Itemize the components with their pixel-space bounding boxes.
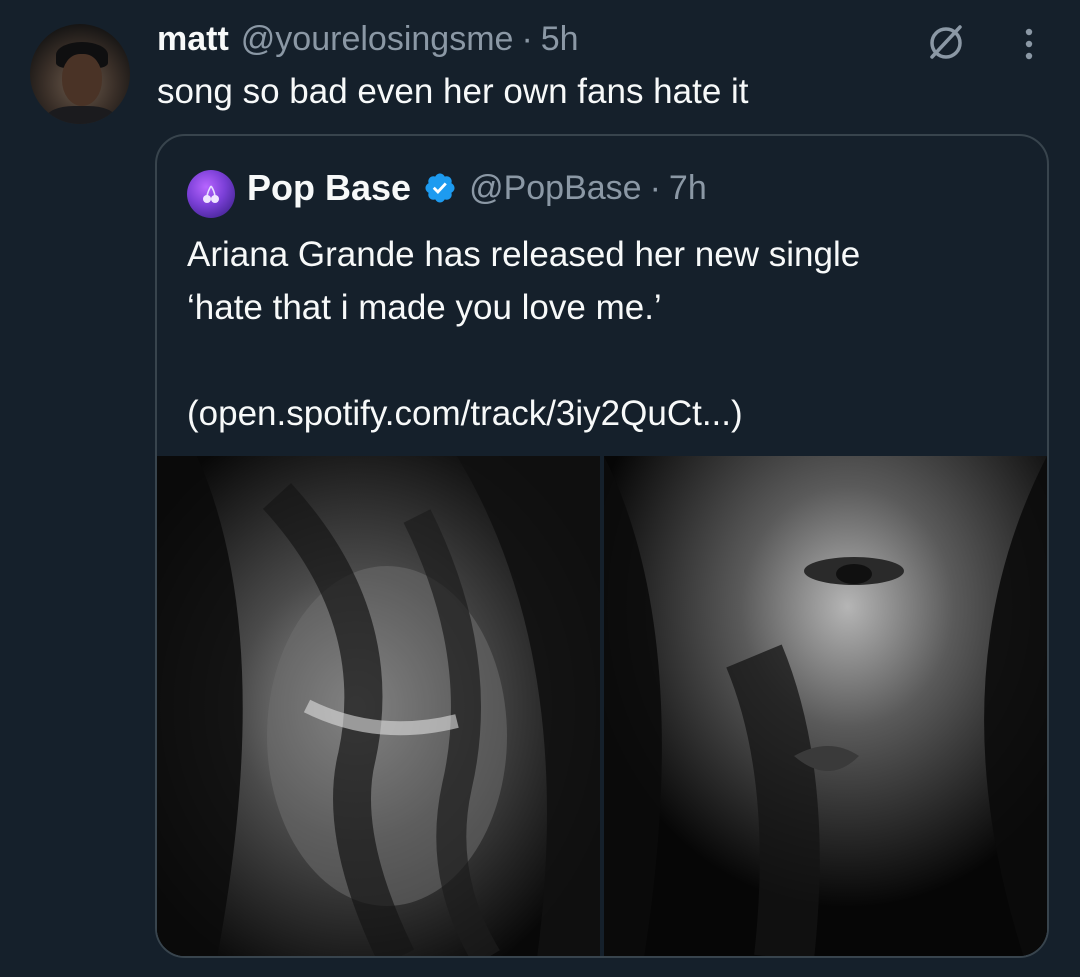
handle[interactable]: @yourelosingsme bbox=[241, 20, 514, 59]
more-vertical-icon[interactable] bbox=[1014, 24, 1044, 64]
quote-display-name[interactable]: Pop Base bbox=[247, 167, 411, 209]
avatar-shirt bbox=[46, 106, 116, 124]
quote-text-line: ‘hate that i made you love me.’ bbox=[187, 288, 662, 327]
cherry-logo-icon bbox=[203, 185, 219, 203]
timestamp[interactable]: 5h bbox=[541, 20, 579, 59]
quote-separator-dot: · bbox=[649, 168, 661, 207]
quote-text-line: Ariana Grande has released her new singl… bbox=[187, 235, 861, 274]
tweet-text: song so bad even her own fans hate it bbox=[157, 72, 749, 111]
quote-link[interactable]: (open.spotify.com/track/3iy2QuCt...) bbox=[187, 387, 1027, 440]
grok-slash-icon[interactable] bbox=[926, 22, 966, 62]
verified-badge-icon bbox=[425, 173, 455, 203]
media-grid bbox=[157, 456, 1047, 956]
avatar[interactable] bbox=[30, 24, 130, 124]
display-name[interactable]: matt bbox=[157, 20, 229, 59]
quote-timestamp[interactable]: 7h bbox=[669, 169, 707, 208]
quote-avatar[interactable] bbox=[187, 170, 235, 218]
photo-icon bbox=[604, 456, 1047, 956]
photo-left[interactable] bbox=[157, 456, 600, 956]
tweet[interactable]: matt @yourelosingsme · 5h song so bad ev… bbox=[0, 0, 1080, 977]
photo-icon bbox=[157, 456, 600, 956]
tweet-header: matt @yourelosingsme · 5h bbox=[157, 20, 579, 62]
separator-dot: · bbox=[521, 20, 533, 58]
quote-handle[interactable]: @PopBase bbox=[469, 169, 642, 208]
avatar-face bbox=[62, 54, 102, 106]
quote-text: Ariana Grande has released her new singl… bbox=[187, 228, 1027, 440]
quote-header: Pop Base @PopBase · 7h bbox=[247, 166, 707, 210]
photo-right[interactable] bbox=[604, 456, 1047, 956]
quote-tweet-card[interactable]: Pop Base @PopBase · 7h Ariana Grande has… bbox=[155, 134, 1049, 958]
